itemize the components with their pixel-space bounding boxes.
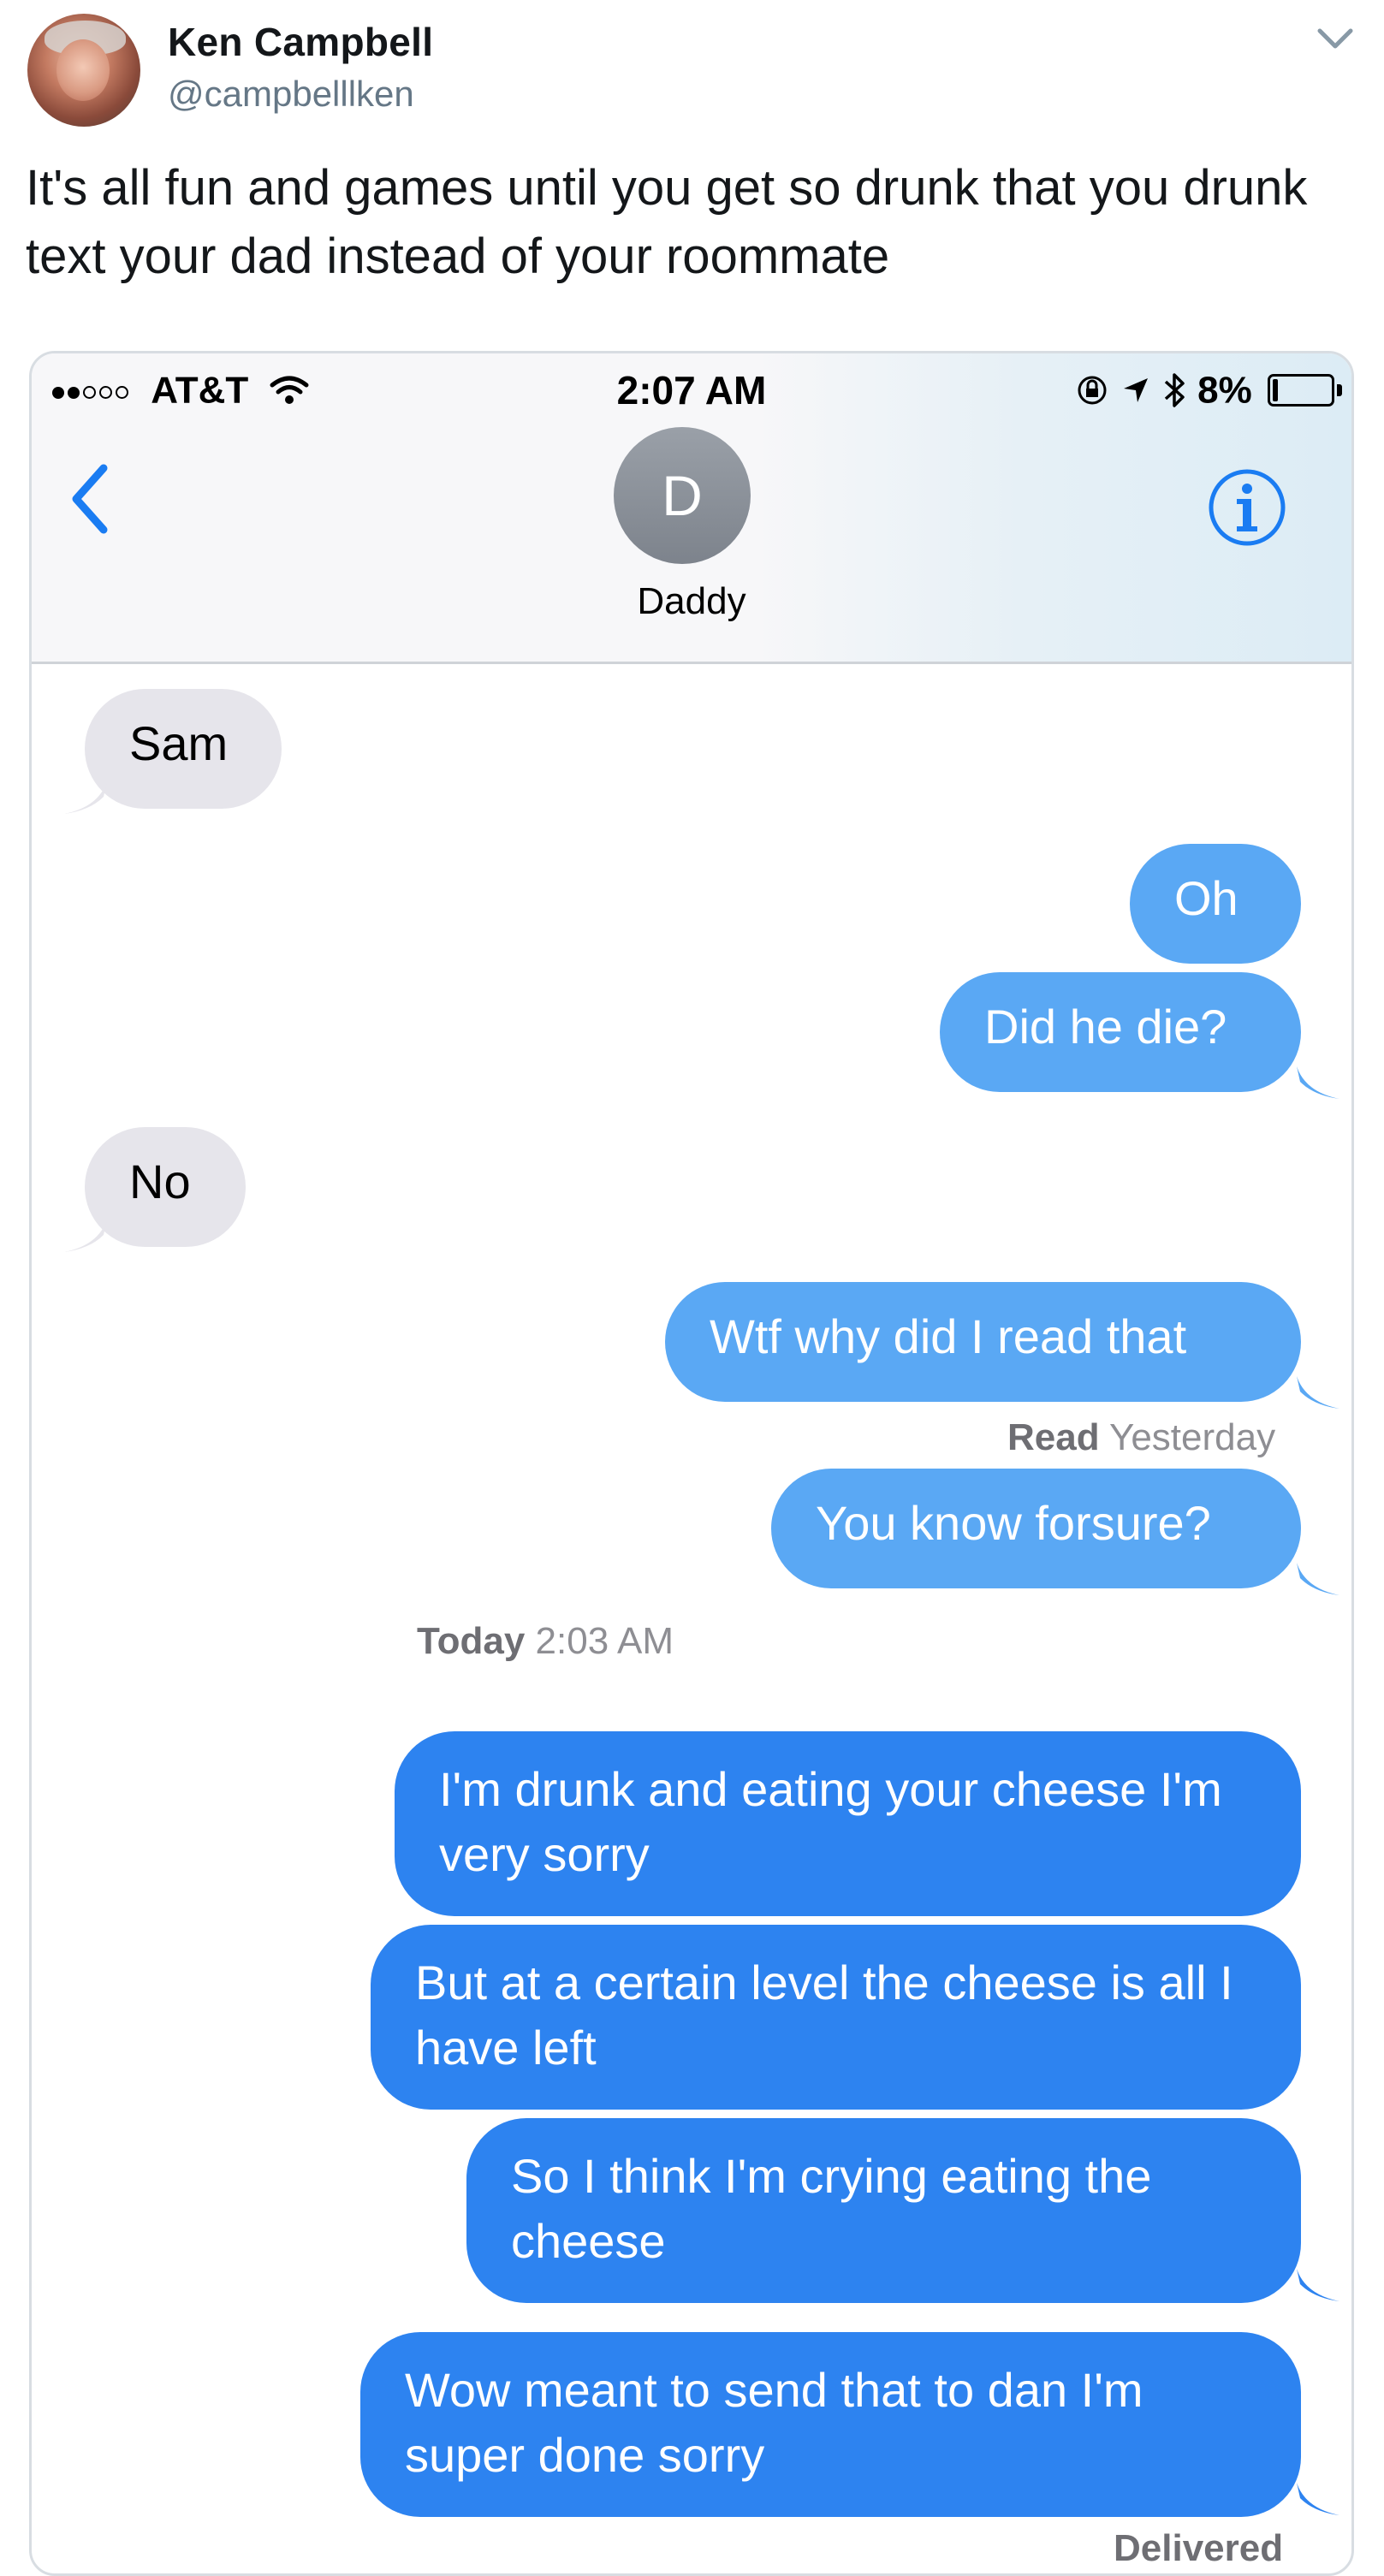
battery-percent: 8%	[1197, 369, 1252, 412]
back-chevron-icon[interactable]	[64, 456, 116, 542]
tweet-header: Ken Campbell @campbelllken	[0, 0, 1384, 145]
display-name[interactable]: Ken Campbell	[168, 19, 433, 65]
bubble-tail	[1297, 2483, 1339, 2515]
tweet-text: It's all fun and games until you get so …	[26, 160, 1308, 284]
message-outgoing[interactable]: Oh	[1130, 844, 1301, 964]
avatar[interactable]	[27, 14, 140, 127]
avatar-face	[56, 39, 110, 101]
conversation-timestamp: Today 2:03 AM	[32, 1620, 1059, 1663]
read-when: Yesterday	[1109, 1416, 1276, 1458]
screenshot-card[interactable]: AT&T 2:07 AM 8% D Daddy Sam Oh Did he di…	[29, 351, 1354, 2576]
bubble-tail	[64, 1220, 107, 1252]
read-receipt: Read Yesterday	[1007, 1416, 1275, 1459]
message-outgoing[interactable]: You know forsure?	[771, 1469, 1301, 1588]
contact-avatar[interactable]: D	[614, 427, 751, 564]
timestamp-time: 2:03 AM	[535, 1620, 674, 1662]
read-label: Read	[1007, 1416, 1100, 1458]
bubble-tail	[64, 781, 107, 814]
status-icons: 8%	[1075, 367, 1342, 412]
message-outgoing[interactable]: So I think I'm crying eating the cheese	[466, 2118, 1301, 2303]
location-arrow-icon	[1123, 378, 1148, 403]
lock-rotation-icon	[1078, 376, 1107, 405]
info-icon[interactable]	[1204, 465, 1290, 550]
message-incoming[interactable]: No	[85, 1127, 246, 1247]
bluetooth-icon	[1164, 373, 1185, 408]
message-outgoing[interactable]: Wow meant to send that to dan I'm super …	[360, 2332, 1301, 2517]
message-outgoing[interactable]: Wtf why did I read that	[665, 1282, 1301, 1402]
delivered-label: Delivered	[1114, 2527, 1284, 2569]
bubble-tail	[1297, 2269, 1339, 2301]
contact-name[interactable]: Daddy	[32, 580, 1351, 623]
message-outgoing[interactable]: Did he die?	[940, 972, 1301, 1092]
chevron-down-icon[interactable]	[1310, 22, 1361, 56]
bubble-tail	[1297, 1066, 1339, 1099]
bubble-tail	[1297, 1563, 1339, 1595]
bubble-tail	[1297, 1376, 1339, 1409]
user-handle[interactable]: @campbelllken	[168, 74, 414, 115]
imessage-header: AT&T 2:07 AM 8% D Daddy	[32, 353, 1351, 664]
message-outgoing[interactable]: I'm drunk and eating your cheese I'm ver…	[395, 1731, 1301, 1916]
message-outgoing[interactable]: But at a certain level the cheese is all…	[371, 1925, 1301, 2110]
timestamp-day: Today	[417, 1620, 526, 1662]
delivered-status: Delivered	[1114, 2527, 1283, 2570]
message-incoming[interactable]: Sam	[85, 689, 282, 809]
battery-icon	[1268, 374, 1342, 407]
